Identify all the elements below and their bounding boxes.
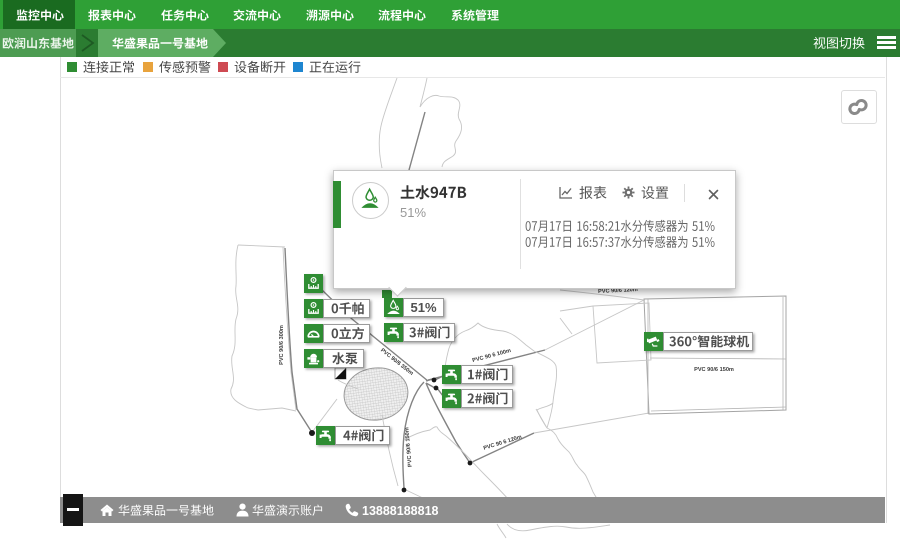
svg-text:PVC 90/6 150m: PVC 90/6 150m bbox=[694, 367, 734, 373]
svg-text:PVC 90 6 100m: PVC 90 6 100m bbox=[472, 348, 512, 364]
svg-text:PVC 90 6 120m: PVC 90 6 120m bbox=[483, 434, 523, 451]
svg-text:PVC 90/6 150m: PVC 90/6 150m bbox=[404, 427, 413, 467]
svg-text:PVC 90/6 300m: PVC 90/6 300m bbox=[279, 325, 285, 365]
